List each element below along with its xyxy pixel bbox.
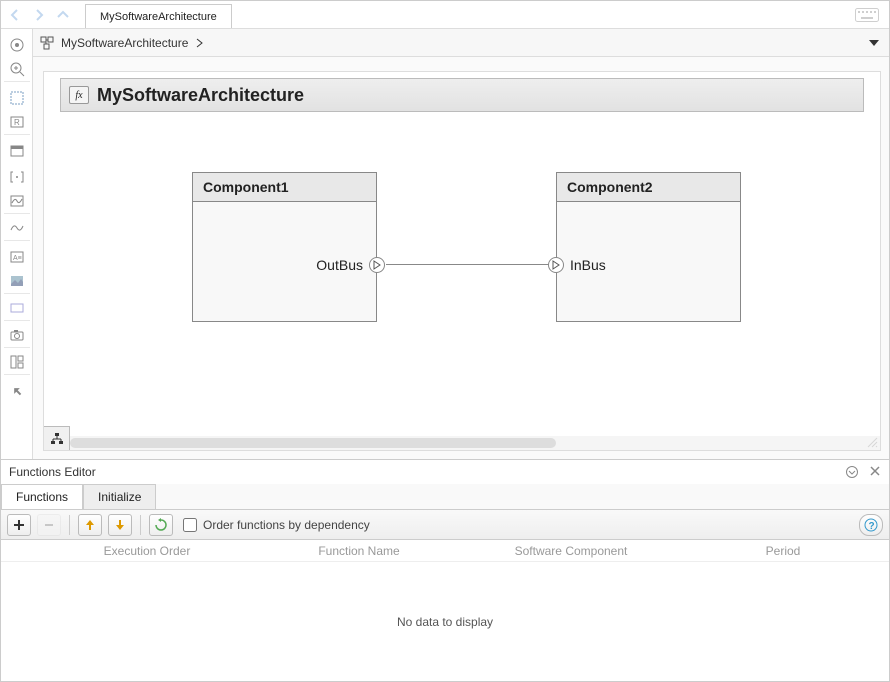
component-1-header: Component1: [193, 173, 376, 202]
layout-icon[interactable]: [4, 354, 30, 375]
in-port[interactable]: InBus: [548, 257, 606, 273]
svg-text:A≡: A≡: [13, 255, 22, 262]
functions-table-header: Execution Order Function Name Software C…: [1, 540, 889, 562]
help-button[interactable]: ?: [859, 514, 883, 536]
panel-icon[interactable]: [7, 141, 27, 161]
functions-panel-header: Functions Editor: [1, 460, 889, 484]
box-r-icon[interactable]: R: [4, 114, 30, 135]
breadcrumb-chevron-icon[interactable]: [196, 38, 204, 48]
update-button[interactable]: [149, 514, 173, 536]
signal-wire[interactable]: [386, 264, 549, 265]
diagram-title: MySoftwareArchitecture: [97, 85, 304, 106]
tab-initialize[interactable]: Initialize: [83, 484, 156, 509]
port-triangle-icon: [369, 257, 385, 273]
order-by-dependency-checkbox[interactable]: [183, 518, 197, 532]
canvas-area[interactable]: fx MySoftwareArchitecture Component1 Out…: [33, 57, 889, 459]
order-by-dependency-option[interactable]: Order functions by dependency: [183, 518, 370, 532]
text-box-icon[interactable]: A≡: [7, 247, 27, 267]
component-block-1[interactable]: Component1 OutBus: [192, 172, 377, 322]
close-panel-icon[interactable]: [869, 465, 881, 479]
brackets-icon[interactable]: [7, 167, 27, 187]
left-tool-palette: R A≡: [1, 29, 33, 459]
fx-icon: fx: [69, 86, 89, 104]
svg-text:?: ?: [869, 521, 875, 532]
col-period[interactable]: Period: [677, 540, 889, 561]
out-port-label: OutBus: [316, 257, 363, 273]
wave-icon[interactable]: [4, 220, 30, 241]
horizontal-scrollbar[interactable]: [70, 436, 880, 450]
keyboard-icon[interactable]: [849, 8, 885, 22]
document-tab-label: MySoftwareArchitecture: [100, 11, 217, 23]
target-icon[interactable]: [7, 35, 27, 55]
document-tab[interactable]: MySoftwareArchitecture: [85, 4, 232, 28]
breadcrumb-item[interactable]: MySoftwareArchitecture: [61, 36, 188, 50]
out-port[interactable]: OutBus: [316, 257, 385, 273]
col-software-component[interactable]: Software Component: [465, 540, 677, 561]
functions-toolbar: Order functions by dependency ?: [1, 510, 889, 540]
nav-forward-icon[interactable]: [29, 5, 49, 25]
top-toolbar: MySoftwareArchitecture: [1, 1, 889, 29]
model-icon[interactable]: [39, 35, 55, 51]
resize-grip-icon: [866, 436, 878, 448]
row-selector-col: [1, 540, 41, 561]
svg-text:R: R: [14, 118, 20, 127]
move-down-button[interactable]: [108, 514, 132, 536]
rect-icon[interactable]: [4, 300, 30, 321]
expand-icon[interactable]: [7, 381, 27, 401]
fit-view-icon[interactable]: [7, 88, 27, 108]
order-by-dependency-label: Order functions by dependency: [203, 518, 370, 532]
component-block-2[interactable]: Component2 InBus: [556, 172, 741, 322]
tab-functions[interactable]: Functions: [1, 484, 83, 509]
toolbar-divider: [140, 515, 141, 535]
main-row: R A≡ MySoftwareArchitecture: [1, 29, 889, 459]
remove-button: [37, 514, 61, 536]
move-up-button[interactable]: [78, 514, 102, 536]
component-2-header: Component2: [557, 173, 740, 202]
nav-back-icon[interactable]: [5, 5, 25, 25]
canvas-column: MySoftwareArchitecture fx MySoftwareArch…: [33, 29, 889, 459]
col-execution-order[interactable]: Execution Order: [41, 540, 253, 561]
zoom-in-icon[interactable]: [4, 61, 30, 82]
diagram-title-bar: fx MySoftwareArchitecture: [60, 78, 864, 112]
nav-up-icon[interactable]: [53, 5, 73, 25]
image-icon[interactable]: [4, 273, 30, 294]
add-button[interactable]: [7, 514, 31, 536]
functions-editor-panel: Functions Editor Functions Initialize Or…: [1, 459, 889, 681]
col-function-name[interactable]: Function Name: [253, 540, 465, 561]
functions-panel-title: Functions Editor: [9, 465, 96, 479]
wave-box-icon[interactable]: [4, 193, 30, 214]
functions-tabs: Functions Initialize: [1, 484, 889, 510]
port-triangle-icon: [548, 257, 564, 273]
in-port-label: InBus: [570, 257, 606, 273]
breadcrumb-menu-icon[interactable]: [865, 39, 883, 47]
toolbar-divider: [69, 515, 70, 535]
breadcrumb-bar: MySoftwareArchitecture: [33, 29, 889, 57]
empty-table-message: No data to display: [1, 562, 889, 681]
hierarchy-tab-icon[interactable]: [44, 426, 70, 450]
minimize-panel-icon[interactable]: [845, 465, 859, 479]
camera-icon[interactable]: [4, 327, 30, 348]
